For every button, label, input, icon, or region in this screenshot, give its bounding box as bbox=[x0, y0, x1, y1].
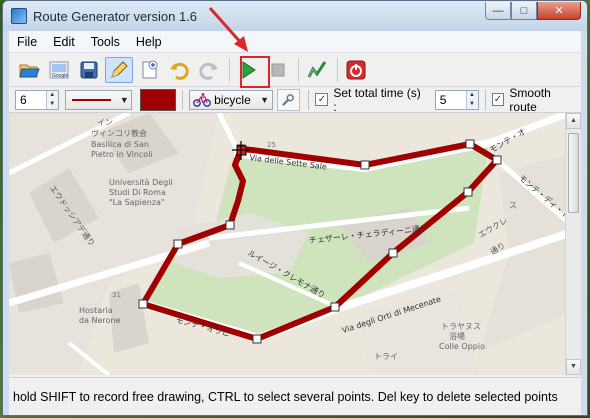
toolbar-separator bbox=[337, 57, 338, 82]
menu-bar: File Edit Tools Help bbox=[9, 31, 581, 53]
route-point[interactable] bbox=[388, 248, 398, 258]
route-point[interactable] bbox=[225, 220, 235, 230]
power-icon bbox=[346, 60, 366, 79]
map-label-church-jp: イン bbox=[97, 118, 113, 127]
save-button[interactable] bbox=[75, 57, 103, 83]
route-point[interactable] bbox=[465, 139, 475, 149]
new-document-icon bbox=[142, 60, 158, 78]
chevron-up-icon[interactable]: ▲ bbox=[466, 90, 478, 100]
status-bar: hold SHIFT to record free drawing, CTRL … bbox=[9, 377, 581, 415]
map-label-tri: トライ bbox=[374, 352, 398, 361]
power-button[interactable] bbox=[342, 57, 370, 83]
map-label-trajan: トラヤヌス bbox=[441, 322, 481, 331]
draw-tool-button[interactable] bbox=[105, 56, 133, 83]
route-point[interactable] bbox=[252, 334, 262, 344]
map-label-church: Basilica di San bbox=[91, 140, 149, 149]
annotation-arrow bbox=[208, 7, 248, 52]
bicycle-icon bbox=[193, 92, 211, 107]
title-bar: Route Generator version 1.6 — □ ✕ bbox=[3, 1, 587, 31]
menu-help[interactable]: Help bbox=[128, 35, 170, 49]
route-point[interactable] bbox=[463, 187, 473, 197]
svg-text:Google: Google bbox=[52, 73, 68, 79]
route-point[interactable] bbox=[173, 239, 183, 249]
map-canvas[interactable]: イン ヴィンコリ教会 Basilica di San Pietro in Vin… bbox=[9, 113, 569, 375]
pencil-icon bbox=[111, 60, 128, 78]
route-point[interactable] bbox=[360, 160, 370, 170]
client-area: File Edit Tools Help Google 6 ▲ ▼ ▼ bicy… bbox=[9, 31, 581, 415]
open-button[interactable] bbox=[15, 57, 43, 83]
toolbar-separator bbox=[484, 89, 486, 110]
google-map-button[interactable]: Google bbox=[45, 57, 73, 83]
app-icon bbox=[11, 8, 27, 24]
map-label-hostaria2: da Nerone bbox=[79, 316, 121, 325]
chevron-up-icon[interactable]: ▲ bbox=[46, 90, 58, 100]
google-map-icon: Google bbox=[49, 61, 69, 79]
chevron-down-icon[interactable]: ▼ bbox=[466, 99, 478, 109]
smooth-route-label: Smooth route bbox=[509, 85, 551, 114]
stop-icon bbox=[271, 63, 285, 76]
export-button[interactable] bbox=[303, 57, 331, 83]
toolbar-separator bbox=[182, 89, 184, 110]
window-controls: — □ ✕ bbox=[485, 2, 581, 20]
set-total-time-label: Set total time (s) : bbox=[333, 85, 421, 114]
total-time-spinner[interactable]: 5 ▲ ▼ bbox=[434, 89, 479, 110]
wrench-icon bbox=[282, 93, 295, 106]
scroll-up-icon[interactable]: ▲ bbox=[566, 113, 581, 129]
route-color-button[interactable] bbox=[140, 88, 177, 111]
options-toolbar: 6 ▲ ▼ ▼ bicycle ▼ ✓ Set total time (s) : … bbox=[9, 85, 581, 114]
route-check-icon bbox=[307, 60, 327, 78]
map-label-small-s: ス bbox=[509, 201, 517, 210]
route-point[interactable] bbox=[330, 302, 340, 312]
map-svg[interactable]: イン ヴィンコリ教会 Basilica di San Pietro in Vin… bbox=[9, 113, 569, 375]
floppy-disk-icon bbox=[80, 61, 98, 78]
undo-icon bbox=[170, 62, 189, 80]
line-style-preview bbox=[71, 98, 112, 101]
scroll-down-icon[interactable]: ▼ bbox=[566, 359, 581, 375]
mode-dropdown[interactable]: bicycle ▼ bbox=[189, 89, 273, 110]
main-toolbar: Google bbox=[9, 53, 581, 87]
spinner-arrows[interactable]: ▲ ▼ bbox=[465, 90, 478, 109]
new-point-button[interactable] bbox=[135, 57, 163, 83]
chevron-down-icon[interactable]: ▼ bbox=[46, 99, 58, 109]
map-label-church2: Pietro in Vincoli bbox=[91, 150, 153, 159]
tools-button[interactable] bbox=[276, 88, 301, 111]
close-button[interactable]: ✕ bbox=[537, 2, 581, 20]
maximize-button[interactable]: □ bbox=[511, 2, 537, 20]
app-window: Route Generator version 1.6 — □ ✕ File E… bbox=[2, 0, 588, 416]
chevron-down-icon: ▼ bbox=[260, 94, 270, 105]
map-label-uni: Università Degli bbox=[109, 178, 173, 187]
menu-edit[interactable]: Edit bbox=[45, 35, 83, 49]
map-label-hostaria: Hostaria bbox=[79, 306, 113, 315]
line-width-value: 6 bbox=[20, 92, 27, 107]
map-label-trajan3: Colle Oppio bbox=[439, 342, 485, 351]
smooth-route-checkbox[interactable]: ✓ bbox=[491, 93, 505, 106]
undo-button[interactable] bbox=[165, 57, 193, 83]
map-label-num-31: 31 bbox=[112, 291, 121, 299]
mode-value: bicycle bbox=[214, 92, 251, 107]
route-point[interactable] bbox=[138, 299, 148, 309]
map-label-uni3: "La Sapienza" bbox=[109, 198, 165, 207]
minimize-button[interactable]: — bbox=[485, 2, 511, 20]
status-text: hold SHIFT to record free drawing, CTRL … bbox=[13, 389, 558, 404]
line-width-spinner[interactable]: 6 ▲ ▼ bbox=[15, 89, 59, 110]
menu-tools[interactable]: Tools bbox=[83, 35, 128, 49]
map-label-trajan2: 浴場 bbox=[449, 331, 465, 341]
map-label-uni2: Studi Di Roma bbox=[109, 188, 166, 197]
window-title: Route Generator version 1.6 bbox=[33, 8, 198, 24]
spinner-arrows[interactable]: ▲ ▼ bbox=[45, 90, 58, 109]
route-point[interactable] bbox=[492, 155, 502, 165]
map-vertical-scrollbar[interactable]: ▲ ▼ bbox=[565, 113, 581, 375]
map-label-church-jp2: ヴィンコリ教会 bbox=[91, 128, 147, 138]
toolbar-separator bbox=[298, 57, 299, 82]
menu-file[interactable]: File bbox=[9, 35, 45, 49]
chevron-down-icon: ▼ bbox=[119, 94, 129, 105]
set-total-time-checkbox[interactable]: ✓ bbox=[315, 93, 329, 106]
total-time-value: 5 bbox=[439, 92, 447, 107]
line-style-dropdown[interactable]: ▼ bbox=[64, 89, 133, 110]
scroll-thumb[interactable] bbox=[568, 133, 579, 213]
map-label-num-25: 25 bbox=[267, 141, 276, 149]
toolbar-separator bbox=[308, 89, 310, 110]
folder-open-icon bbox=[19, 64, 40, 77]
